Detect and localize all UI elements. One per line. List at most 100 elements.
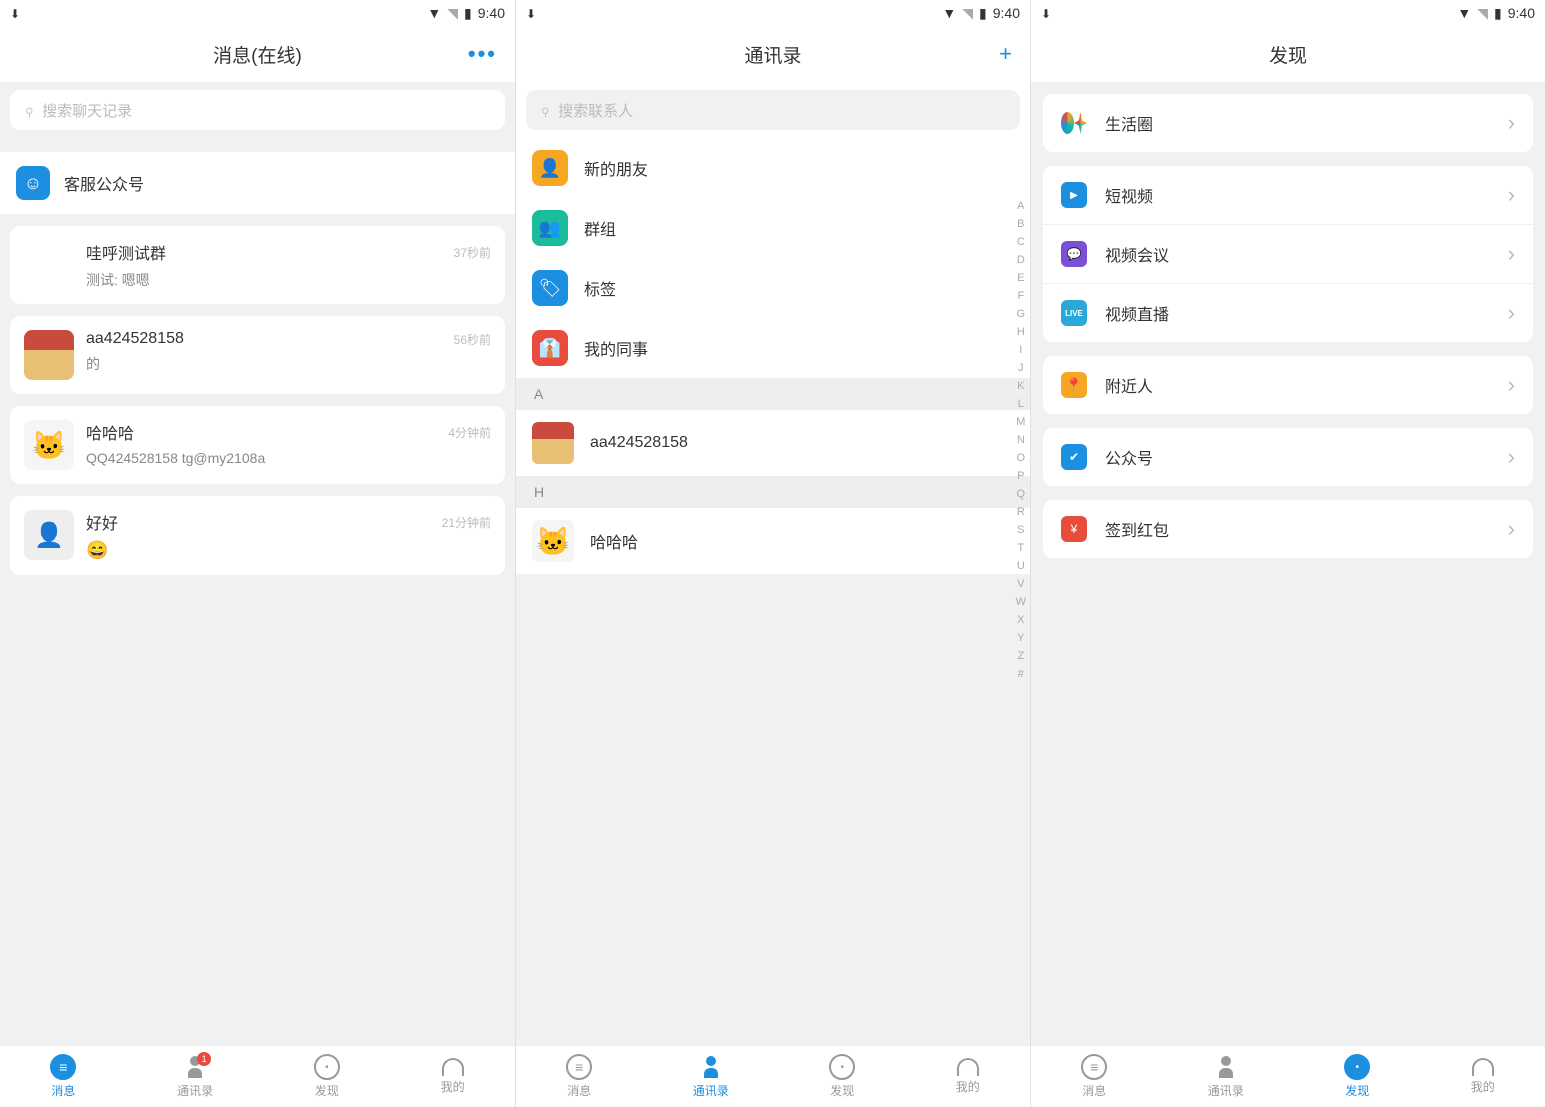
chevron-right-icon bbox=[1508, 372, 1515, 398]
alpha-index-letter[interactable]: X bbox=[1017, 614, 1024, 626]
alpha-index-letter[interactable]: L bbox=[1018, 398, 1024, 410]
chevron-right-icon bbox=[1508, 182, 1515, 208]
colleagues-icon bbox=[532, 330, 568, 366]
alpha-index-letter[interactable]: A bbox=[1017, 200, 1024, 212]
alpha-index-letter[interactable]: P bbox=[1017, 470, 1024, 482]
search-input[interactable]: 搜索聊天记录 bbox=[10, 90, 505, 130]
tab-label: 我的 bbox=[1471, 1078, 1495, 1095]
groups-row[interactable]: 群组 bbox=[516, 198, 1030, 258]
contact-name: 哈哈哈 bbox=[590, 529, 638, 553]
alpha-index-letter[interactable]: T bbox=[1017, 542, 1024, 554]
alpha-index-letter[interactable]: K bbox=[1017, 380, 1024, 392]
tab-messages[interactable]: 消息 bbox=[50, 1054, 76, 1099]
alpha-index-letter[interactable]: B bbox=[1017, 218, 1024, 230]
tab-label: 我的 bbox=[956, 1078, 980, 1095]
tags-icon bbox=[532, 270, 568, 306]
alpha-index-letter[interactable]: D bbox=[1017, 254, 1025, 266]
alpha-index-letter[interactable]: Z bbox=[1017, 650, 1024, 662]
chat-name: 哈哈哈 bbox=[86, 420, 134, 444]
tags-row[interactable]: 标签 bbox=[516, 258, 1030, 318]
contact-row[interactable]: 哈哈哈 bbox=[516, 508, 1030, 574]
tab-label: 通讯录 bbox=[693, 1082, 729, 1099]
alpha-index-letter[interactable]: G bbox=[1017, 308, 1026, 320]
tab-messages[interactable]: 消息 bbox=[1081, 1054, 1107, 1099]
battery-icon: ▮ bbox=[464, 5, 472, 22]
download-icon bbox=[10, 5, 20, 21]
pin-icon bbox=[1061, 372, 1087, 398]
chat-preview: QQ424528158 tg@my2108a bbox=[86, 450, 491, 466]
alpha-index-letter[interactable]: Y bbox=[1017, 632, 1024, 644]
discover-icon bbox=[314, 1054, 340, 1080]
discover-live[interactable]: LIVE 视频直播 bbox=[1043, 283, 1533, 342]
discover-nearby[interactable]: 附近人 bbox=[1043, 356, 1533, 414]
contact-row[interactable]: aa424528158 bbox=[516, 410, 1030, 476]
tab-discover[interactable]: 发现 bbox=[829, 1054, 855, 1099]
alpha-index-letter[interactable]: H bbox=[1017, 326, 1025, 338]
chat-item[interactable]: 哇呼测试群 37秒前 测试: 嗯嗯 bbox=[10, 226, 505, 304]
chat-item[interactable]: aa424528158 56秒前 的 bbox=[10, 316, 505, 394]
discover-group: 生活圈 bbox=[1043, 94, 1533, 152]
nav-label: 群组 bbox=[584, 216, 616, 240]
discover-life-circle[interactable]: 生活圈 bbox=[1043, 94, 1533, 152]
alpha-index-letter[interactable]: E bbox=[1017, 272, 1024, 284]
tab-label: 消息 bbox=[1082, 1082, 1106, 1099]
alpha-index-letter[interactable]: O bbox=[1017, 452, 1026, 464]
add-icon[interactable]: + bbox=[999, 41, 1012, 67]
service-account-row[interactable]: 客服公众号 bbox=[0, 152, 515, 214]
tab-mine[interactable]: 我的 bbox=[1471, 1058, 1495, 1095]
alpha-index-letter[interactable]: C bbox=[1017, 236, 1025, 248]
nav-label: 标签 bbox=[584, 276, 616, 300]
chat-preview: 😄 bbox=[86, 540, 491, 561]
sim-icon: ◥ bbox=[1477, 5, 1488, 22]
discover-group: 公众号 bbox=[1043, 428, 1533, 486]
alpha-index-letter[interactable]: S bbox=[1017, 524, 1024, 536]
page-title: 通讯录 bbox=[744, 41, 801, 68]
alpha-index-letter[interactable]: M bbox=[1016, 416, 1025, 428]
battery-icon: ▮ bbox=[1494, 5, 1502, 22]
tab-messages[interactable]: 消息 bbox=[566, 1054, 592, 1099]
discover-official-accounts[interactable]: 公众号 bbox=[1043, 428, 1533, 486]
alpha-index-letter[interactable]: N bbox=[1017, 434, 1025, 446]
discover-short-video[interactable]: 短视频 bbox=[1043, 166, 1533, 224]
alpha-index-letter[interactable]: F bbox=[1017, 290, 1024, 302]
alpha-index[interactable]: ABCDEFGHIJKLMNOPQRSTUVWXYZ # bbox=[1016, 200, 1026, 680]
chat-item[interactable]: 好好 21分钟前 😄 bbox=[10, 496, 505, 575]
contact-shortcuts: 新的朋友 群组 标签 我的同事 bbox=[516, 138, 1030, 378]
avatar bbox=[24, 240, 74, 290]
alpha-index-letter[interactable]: J bbox=[1018, 362, 1024, 374]
tab-contacts[interactable]: 通讯录 bbox=[693, 1054, 729, 1099]
alpha-index-letter[interactable]: I bbox=[1019, 344, 1022, 356]
tab-mine[interactable]: 我的 bbox=[441, 1058, 465, 1095]
tab-discover[interactable]: 发现 bbox=[1344, 1054, 1370, 1099]
new-friends-row[interactable]: 新的朋友 bbox=[516, 138, 1030, 198]
alpha-index-letter[interactable]: R bbox=[1017, 506, 1025, 518]
colleagues-row[interactable]: 我的同事 bbox=[516, 318, 1030, 378]
alpha-index-letter[interactable]: W bbox=[1016, 596, 1026, 608]
chevron-right-icon bbox=[1508, 110, 1515, 136]
chat-time: 4分钟前 bbox=[448, 424, 491, 441]
messages-icon bbox=[1081, 1054, 1107, 1080]
discover-checkin-redpacket[interactable]: 签到红包 bbox=[1043, 500, 1533, 558]
chat-preview: 测试: 嗯嗯 bbox=[86, 270, 491, 290]
tab-discover[interactable]: 发现 bbox=[314, 1054, 340, 1099]
search-icon bbox=[24, 100, 34, 121]
alpha-index-letter[interactable]: V bbox=[1017, 578, 1024, 590]
row-label: 附近人 bbox=[1105, 373, 1490, 397]
tab-contacts[interactable]: 1 通讯录 bbox=[177, 1054, 213, 1099]
tab-contacts[interactable]: 通讯录 bbox=[1208, 1054, 1244, 1099]
search-input[interactable]: 搜索联系人 bbox=[526, 90, 1020, 130]
spacer bbox=[0, 214, 515, 226]
sim-icon: ◥ bbox=[962, 5, 973, 22]
discover-video-meeting[interactable]: 视频会议 bbox=[1043, 224, 1533, 283]
contact-name: aa424528158 bbox=[590, 434, 688, 452]
spacer bbox=[0, 140, 515, 152]
chat-item[interactable]: 哈哈哈 4分钟前 QQ424528158 tg@my2108a bbox=[10, 406, 505, 484]
chat-name: aa424528158 bbox=[86, 330, 184, 348]
chevron-right-icon bbox=[1508, 241, 1515, 267]
tab-mine[interactable]: 我的 bbox=[956, 1058, 980, 1095]
more-icon[interactable]: ••• bbox=[468, 41, 497, 67]
section-header-h: H bbox=[516, 476, 1030, 508]
alpha-index-letter[interactable]: Q bbox=[1017, 488, 1026, 500]
alpha-index-letter[interactable]: U bbox=[1017, 560, 1025, 572]
alpha-index-letter[interactable]: # bbox=[1018, 668, 1024, 680]
